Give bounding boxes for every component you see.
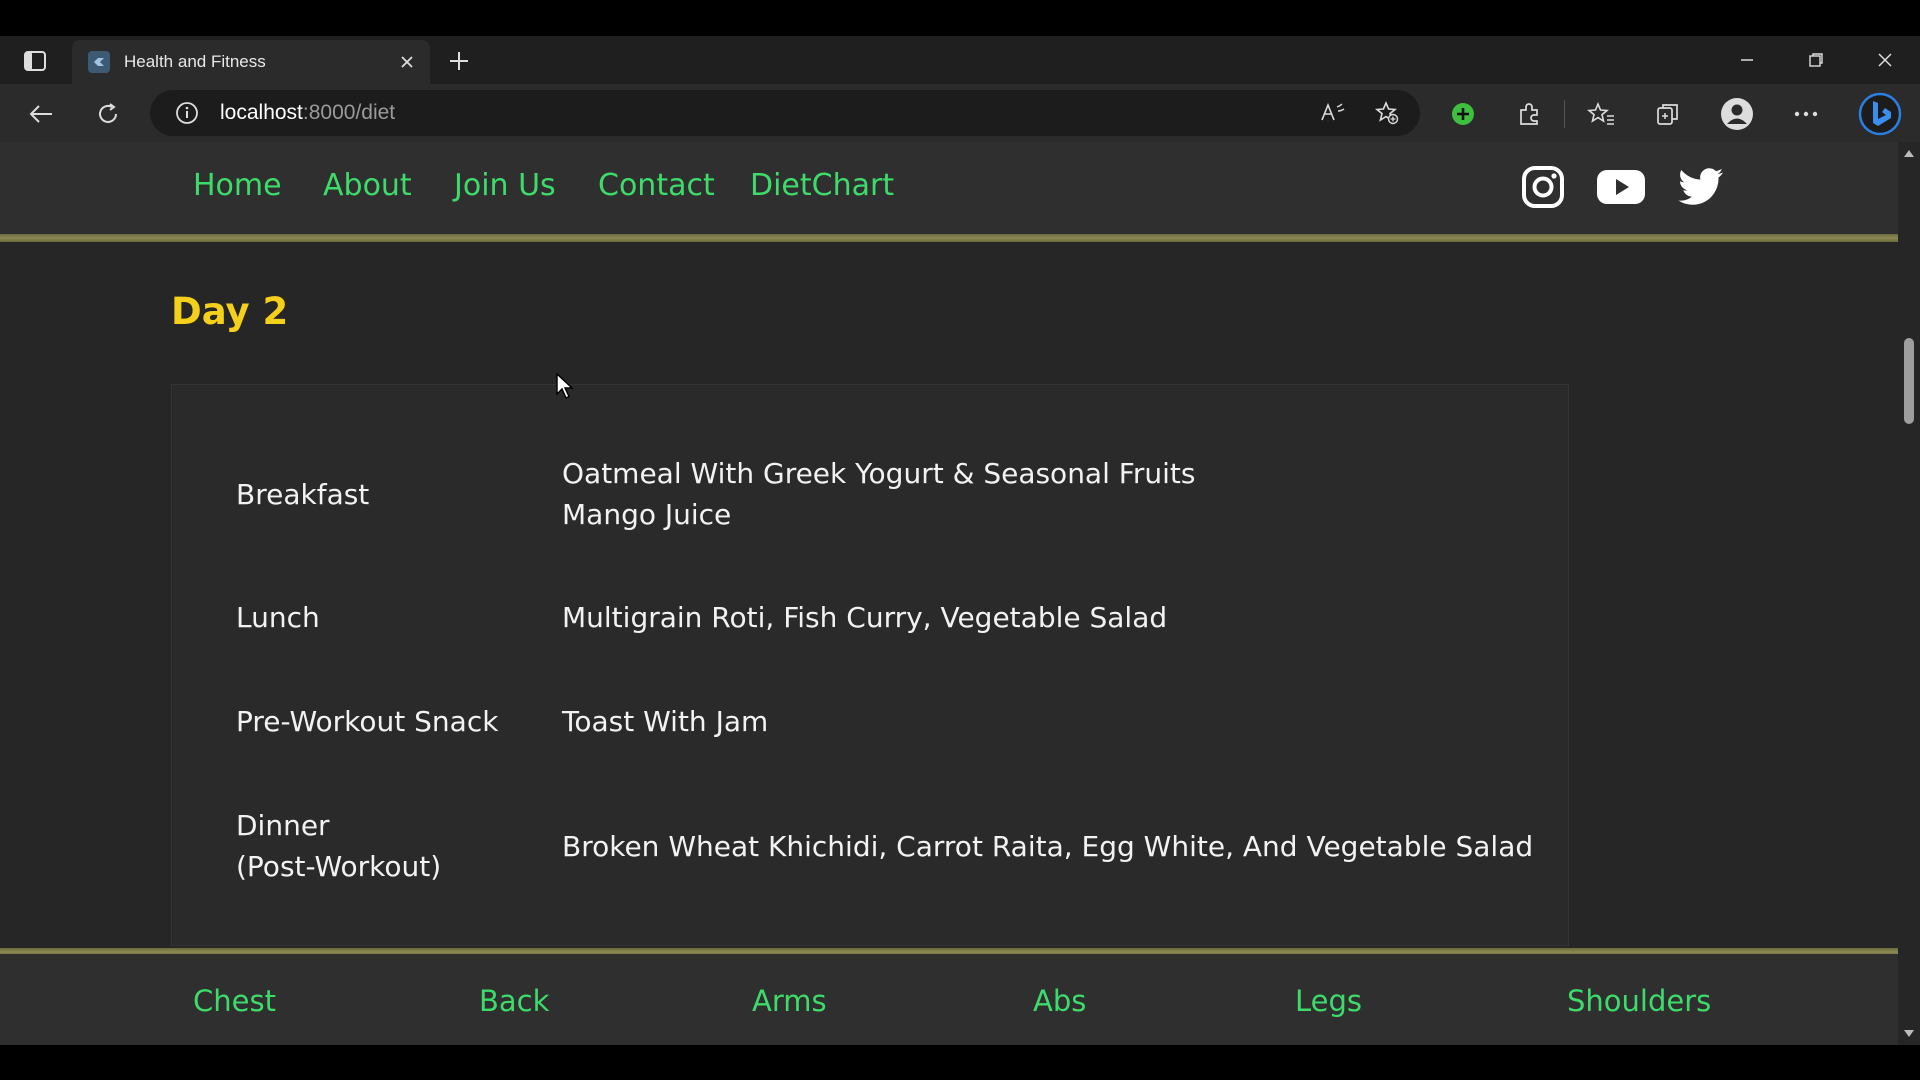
close-icon	[1878, 53, 1892, 67]
back-button[interactable]	[21, 94, 61, 134]
meal-name-line: (Post-Workout)	[236, 850, 442, 883]
close-icon	[401, 56, 413, 68]
favorites-icon[interactable]	[1583, 96, 1619, 132]
extensions-icon[interactable]	[1511, 96, 1547, 132]
meal-items: Broken Wheat Khichidi, Carrot Raita, Egg…	[562, 826, 1533, 867]
minimize-button[interactable]	[1722, 42, 1772, 78]
extension-green-icon[interactable]	[1445, 96, 1481, 132]
refresh-button[interactable]	[88, 94, 128, 134]
collections-icon[interactable]	[1650, 96, 1686, 132]
scroll-up-icon[interactable]	[1902, 146, 1916, 160]
site-navbar: Home About Join Us Contact DietChart	[0, 142, 1898, 234]
close-window-button[interactable]	[1860, 42, 1910, 78]
meal-item: Multigrain Roti, Fish Curry, Vegetable S…	[562, 601, 1168, 634]
meal-name: Breakfast	[236, 477, 370, 511]
mouse-cursor-icon	[556, 372, 574, 399]
minimize-icon	[1741, 59, 1753, 61]
meal-item: Toast With Jam	[562, 705, 769, 738]
table-row: Dinner (Post-Workout) Broken Wheat Khich…	[236, 805, 1556, 887]
nav-link-dietchart[interactable]: DietChart	[750, 168, 894, 203]
tab-close-button[interactable]	[392, 47, 422, 77]
footer-link-abs[interactable]: Abs	[1033, 984, 1086, 1018]
footer-navbar: Chest Back Arms Abs Legs Shoulders	[0, 954, 1898, 1045]
info-icon[interactable]	[172, 98, 202, 128]
restore-icon	[1809, 53, 1823, 67]
scrollbar-thumb[interactable]	[1904, 338, 1914, 424]
footer-link-chest[interactable]: Chest	[193, 984, 276, 1018]
new-tab-button[interactable]	[442, 44, 476, 78]
table-row: Breakfast Oatmeal With Greek Yogurt & Se…	[236, 453, 1556, 535]
meal-items: Oatmeal With Greek Yogurt & Seasonal Fru…	[562, 453, 1195, 535]
nav-link-join-us[interactable]: Join Us	[454, 168, 556, 203]
meal-name-line: Dinner	[236, 809, 330, 842]
meal-items: Toast With Jam	[562, 701, 768, 742]
meal-name: Pre-Workout Snack	[236, 705, 499, 738]
favicon-icon	[88, 51, 110, 73]
scroll-down-icon[interactable]	[1902, 1027, 1916, 1041]
meal-items: Multigrain Roti, Fish Curry, Vegetable S…	[562, 597, 1167, 638]
meal-item: Oatmeal With Greek Yogurt & Seasonal Fru…	[562, 457, 1196, 490]
profile-avatar-icon[interactable]	[1719, 96, 1755, 132]
meal-item: Broken Wheat Khichidi, Carrot Raita, Egg…	[562, 829, 1534, 863]
read-aloud-icon[interactable]	[1318, 98, 1348, 128]
nav-link-contact[interactable]: Contact	[598, 168, 715, 203]
arrow-left-icon	[29, 105, 52, 123]
tab-actions-icon	[24, 51, 46, 71]
web-page: Home About Join Us Contact DietChart Day…	[0, 142, 1898, 1045]
more-options-icon[interactable]	[1788, 96, 1824, 132]
footer-link-legs[interactable]: Legs	[1295, 984, 1362, 1018]
table-row: Pre-Workout Snack Toast With Jam	[236, 701, 1556, 742]
refresh-icon	[99, 103, 117, 123]
diet-table: Breakfast Oatmeal With Greek Yogurt & Se…	[171, 384, 1569, 946]
browser-tab[interactable]: Health and Fitness	[72, 40, 430, 84]
url-text[interactable]: localhost:8000/diet	[220, 101, 395, 125]
restore-button[interactable]	[1791, 42, 1841, 78]
meal-name: Lunch	[236, 601, 320, 634]
footer-link-shoulders[interactable]: Shoulders	[1567, 984, 1711, 1018]
day-title: Day 2	[171, 290, 289, 333]
table-row: Lunch Multigrain Roti, Fish Curry, Veget…	[236, 597, 1556, 638]
address-bar[interactable]: localhost:8000/diet	[150, 90, 1420, 136]
footer-link-back[interactable]: Back	[479, 984, 549, 1018]
footer-link-arms[interactable]: Arms	[752, 984, 827, 1018]
favorite-add-icon[interactable]	[1372, 98, 1402, 128]
url-path: :8000/diet	[302, 101, 396, 124]
toolbar-separator	[1564, 100, 1565, 128]
page-scrollbar[interactable]	[1898, 142, 1920, 1045]
screen-bottom-edge	[0, 1045, 1920, 1080]
url-host: localhost	[220, 101, 303, 124]
instagram-icon[interactable]	[1518, 164, 1568, 210]
tab-title: Health and Fitness	[124, 52, 266, 71]
meal-item: Mango Juice	[562, 498, 732, 531]
meal-name: Dinner (Post-Workout)	[236, 805, 562, 887]
plus-icon	[450, 52, 468, 70]
nav-link-about[interactable]: About	[323, 168, 412, 203]
header-divider	[0, 234, 1898, 242]
nav-link-home[interactable]: Home	[193, 168, 282, 203]
youtube-icon[interactable]	[1596, 164, 1646, 210]
bing-copilot-icon[interactable]	[1858, 92, 1902, 136]
tab-actions-button[interactable]	[18, 46, 52, 76]
twitter-icon[interactable]	[1676, 164, 1726, 210]
